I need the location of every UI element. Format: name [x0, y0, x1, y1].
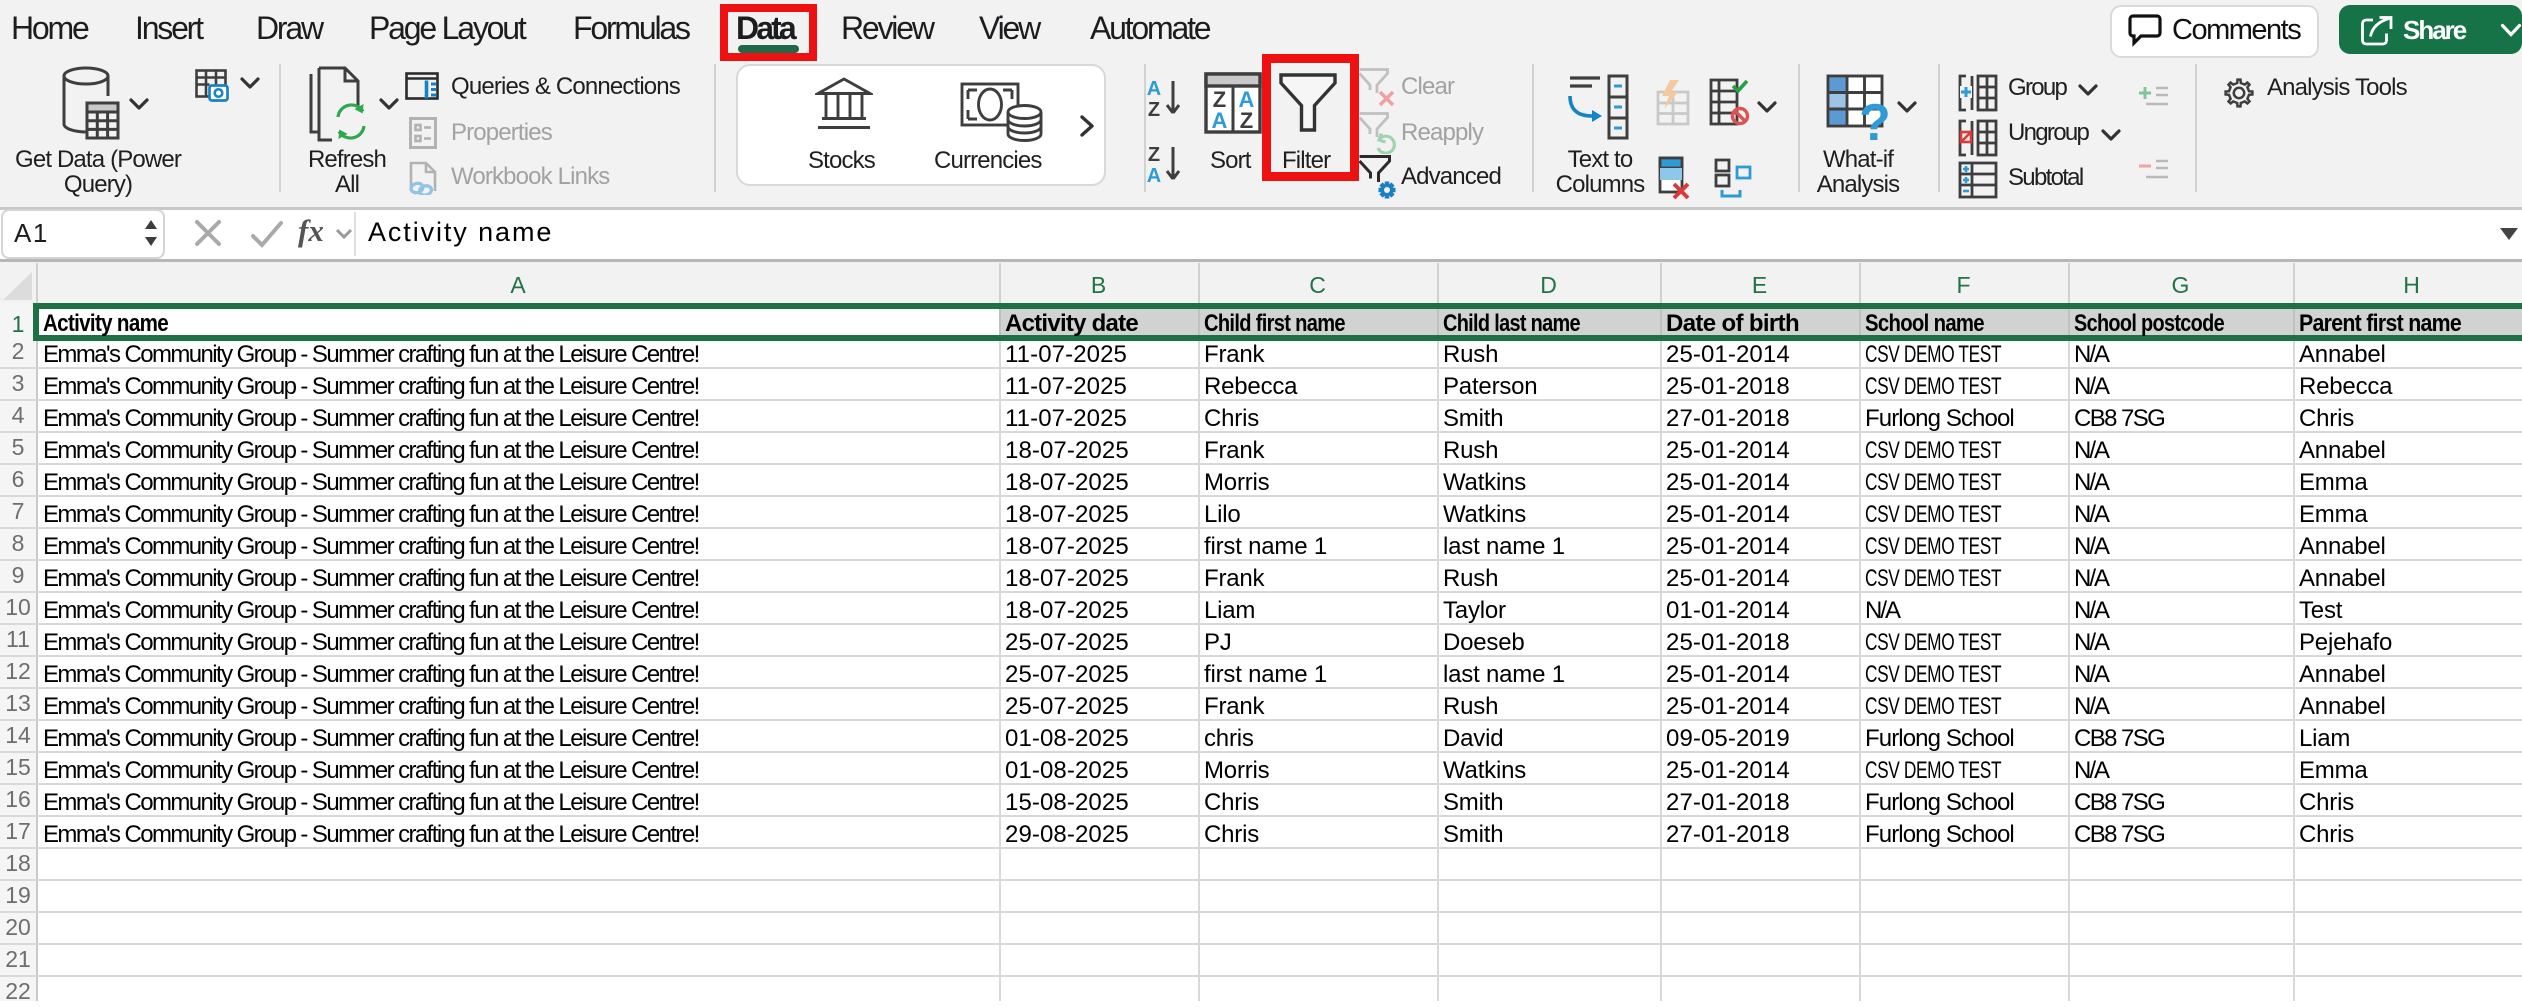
svg-text:A: A	[1147, 165, 1161, 185]
svg-text:Z: Z	[1240, 108, 1253, 133]
svg-text:Z: Z	[1148, 145, 1160, 166]
svg-text:A: A	[1212, 108, 1228, 133]
svg-text:?: ?	[1859, 94, 1888, 142]
svg-text:A: A	[1147, 79, 1161, 100]
svg-text:Z: Z	[1148, 99, 1160, 119]
